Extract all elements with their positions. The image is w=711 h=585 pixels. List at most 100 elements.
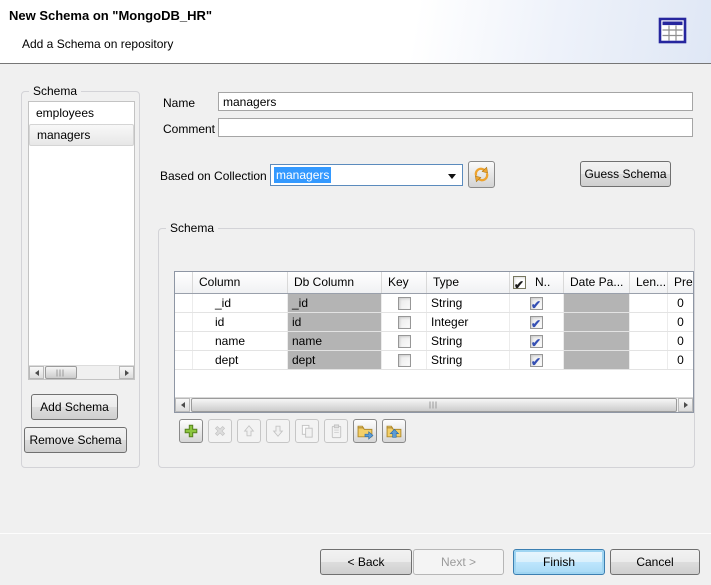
remove-schema-button[interactable]: Remove Schema <box>24 427 127 453</box>
row-handle[interactable] <box>175 332 193 350</box>
arrow-up-icon <box>242 424 256 438</box>
paste-button[interactable] <box>324 419 348 443</box>
header-column[interactable]: Column <box>193 272 288 293</box>
nullable-checkbox[interactable]: ✔ <box>530 316 543 329</box>
schema-list-item-employees[interactable]: employees <box>29 102 134 124</box>
comment-label: Comment <box>163 122 215 136</box>
nullable-checkbox[interactable]: ✔ <box>530 335 543 348</box>
cell-precision[interactable]: 0 <box>668 332 693 350</box>
table-grid-icon <box>658 16 688 45</box>
cell-db-column: _id <box>288 294 382 312</box>
header-db-column[interactable]: Db Column <box>288 272 382 293</box>
schema-editor-group: Schema Column Db Column Key Type ✔ N.. D… <box>158 228 695 468</box>
next-button[interactable]: Next > <box>413 549 504 575</box>
schema-list[interactable]: employees managers <box>28 101 135 380</box>
cell-date-pattern <box>564 313 630 331</box>
key-checkbox[interactable]: ✔ <box>398 297 411 310</box>
import-schema-button[interactable] <box>382 419 406 443</box>
cell-length[interactable] <box>630 313 668 331</box>
cell-key[interactable]: ✔ <box>382 351 427 369</box>
cell-nullable[interactable]: ✔ <box>510 294 564 312</box>
move-down-button[interactable] <box>266 419 290 443</box>
scroll-thumb[interactable] <box>45 366 77 379</box>
group-label: Schema <box>166 221 218 235</box>
cancel-button[interactable]: Cancel <box>610 549 700 575</box>
cell-nullable[interactable]: ✔ <box>510 351 564 369</box>
cell-length[interactable] <box>630 351 668 369</box>
cell-column[interactable]: name <box>193 332 288 350</box>
scroll-right-arrow-icon[interactable] <box>119 366 134 379</box>
cell-key[interactable]: ✔ <box>382 294 427 312</box>
cell-precision[interactable]: 0 <box>668 294 693 312</box>
cell-length[interactable] <box>630 332 668 350</box>
header-precision[interactable]: Pre. <box>668 272 693 293</box>
table-row[interactable]: name name ✔ String ✔ 0 <box>175 332 693 351</box>
remove-row-button[interactable] <box>208 419 232 443</box>
arrow-down-icon <box>271 424 285 438</box>
cell-key[interactable]: ✔ <box>382 313 427 331</box>
finish-button[interactable]: Finish <box>513 549 605 575</box>
key-checkbox[interactable]: ✔ <box>398 335 411 348</box>
header-nullable[interactable]: ✔ N.. <box>510 272 564 293</box>
table-row[interactable]: _id _id ✔ String ✔ 0 <box>175 294 693 313</box>
cell-key[interactable]: ✔ <box>382 332 427 350</box>
group-label: Schema <box>29 84 81 98</box>
header-type[interactable]: Type <box>427 272 510 293</box>
wizard-banner: New Schema on "MongoDB_HR" Add a Schema … <box>0 0 711 64</box>
collection-label: Based on Collection <box>160 169 267 183</box>
cell-precision[interactable]: 0 <box>668 351 693 369</box>
cell-column[interactable]: _id <box>193 294 288 312</box>
horizontal-scrollbar[interactable] <box>29 365 134 379</box>
scroll-left-arrow-icon[interactable] <box>175 398 190 412</box>
comment-input[interactable] <box>218 118 693 137</box>
header-key[interactable]: Key <box>382 272 427 293</box>
collection-combobox[interactable]: managers <box>270 164 463 186</box>
scroll-right-arrow-icon[interactable] <box>678 398 693 412</box>
cell-column[interactable]: dept <box>193 351 288 369</box>
name-label: Name <box>163 96 195 110</box>
key-checkbox[interactable]: ✔ <box>398 316 411 329</box>
cell-db-column: dept <box>288 351 382 369</box>
key-checkbox[interactable]: ✔ <box>398 354 411 367</box>
cell-type[interactable]: String <box>427 332 510 350</box>
add-plus-icon <box>183 423 199 439</box>
name-input[interactable] <box>218 92 693 111</box>
scroll-thumb[interactable] <box>191 398 677 412</box>
nullable-checkbox[interactable]: ✔ <box>530 297 543 310</box>
horizontal-scrollbar[interactable] <box>175 397 693 412</box>
page-title: New Schema on "MongoDB_HR" <box>9 8 212 23</box>
cell-type[interactable]: String <box>427 294 510 312</box>
table-row[interactable]: dept dept ✔ String ✔ 0 <box>175 351 693 370</box>
row-handle[interactable] <box>175 351 193 369</box>
refresh-collections-button[interactable] <box>468 161 495 188</box>
cell-type[interactable]: Integer <box>427 313 510 331</box>
copy-icon <box>300 424 315 439</box>
footer-divider <box>0 533 711 534</box>
schema-list-item-managers[interactable]: managers <box>29 124 134 146</box>
copy-button[interactable] <box>295 419 319 443</box>
cell-nullable[interactable]: ✔ <box>510 313 564 331</box>
nullable-checkbox[interactable]: ✔ <box>530 354 543 367</box>
cell-nullable[interactable]: ✔ <box>510 332 564 350</box>
cell-type[interactable]: String <box>427 351 510 369</box>
add-row-button[interactable] <box>179 419 203 443</box>
header-date-pattern[interactable]: Date Pa... <box>564 272 630 293</box>
cell-length[interactable] <box>630 294 668 312</box>
table-row[interactable]: id id ✔ Integer ✔ 0 <box>175 313 693 332</box>
back-button[interactable]: < Back <box>320 549 412 575</box>
move-up-button[interactable] <box>237 419 261 443</box>
row-handle[interactable] <box>175 294 193 312</box>
guess-schema-button[interactable]: Guess Schema <box>580 161 671 187</box>
cell-column[interactable]: id <box>193 313 288 331</box>
scroll-left-arrow-icon[interactable] <box>29 366 44 379</box>
export-schema-button[interactable] <box>353 419 377 443</box>
cell-precision[interactable]: 0 <box>668 313 693 331</box>
chevron-down-icon[interactable] <box>448 174 456 179</box>
schema-table[interactable]: Column Db Column Key Type ✔ N.. Date Pa.… <box>174 271 694 413</box>
header-row-handle <box>175 272 193 293</box>
select-all-nullable-checkbox[interactable]: ✔ <box>513 276 526 289</box>
row-handle[interactable] <box>175 313 193 331</box>
add-schema-button[interactable]: Add Schema <box>31 394 118 420</box>
cell-date-pattern <box>564 351 630 369</box>
header-length[interactable]: Len... <box>630 272 668 293</box>
